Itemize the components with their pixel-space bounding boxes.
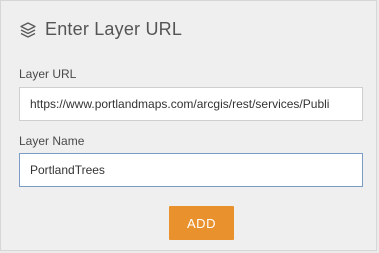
layer-url-label: Layer URL	[19, 67, 77, 81]
panel-header: Enter Layer URL	[19, 19, 182, 40]
layer-url-input[interactable]	[19, 87, 363, 121]
layers-icon	[19, 21, 37, 39]
add-button[interactable]: ADD	[169, 206, 234, 240]
layer-name-label: Layer Name	[19, 134, 85, 148]
panel-title: Enter Layer URL	[45, 19, 183, 39]
layer-name-input[interactable]	[19, 153, 363, 187]
enter-layer-url-panel: Enter Layer URL Layer URL Layer Name ADD	[0, 0, 377, 251]
